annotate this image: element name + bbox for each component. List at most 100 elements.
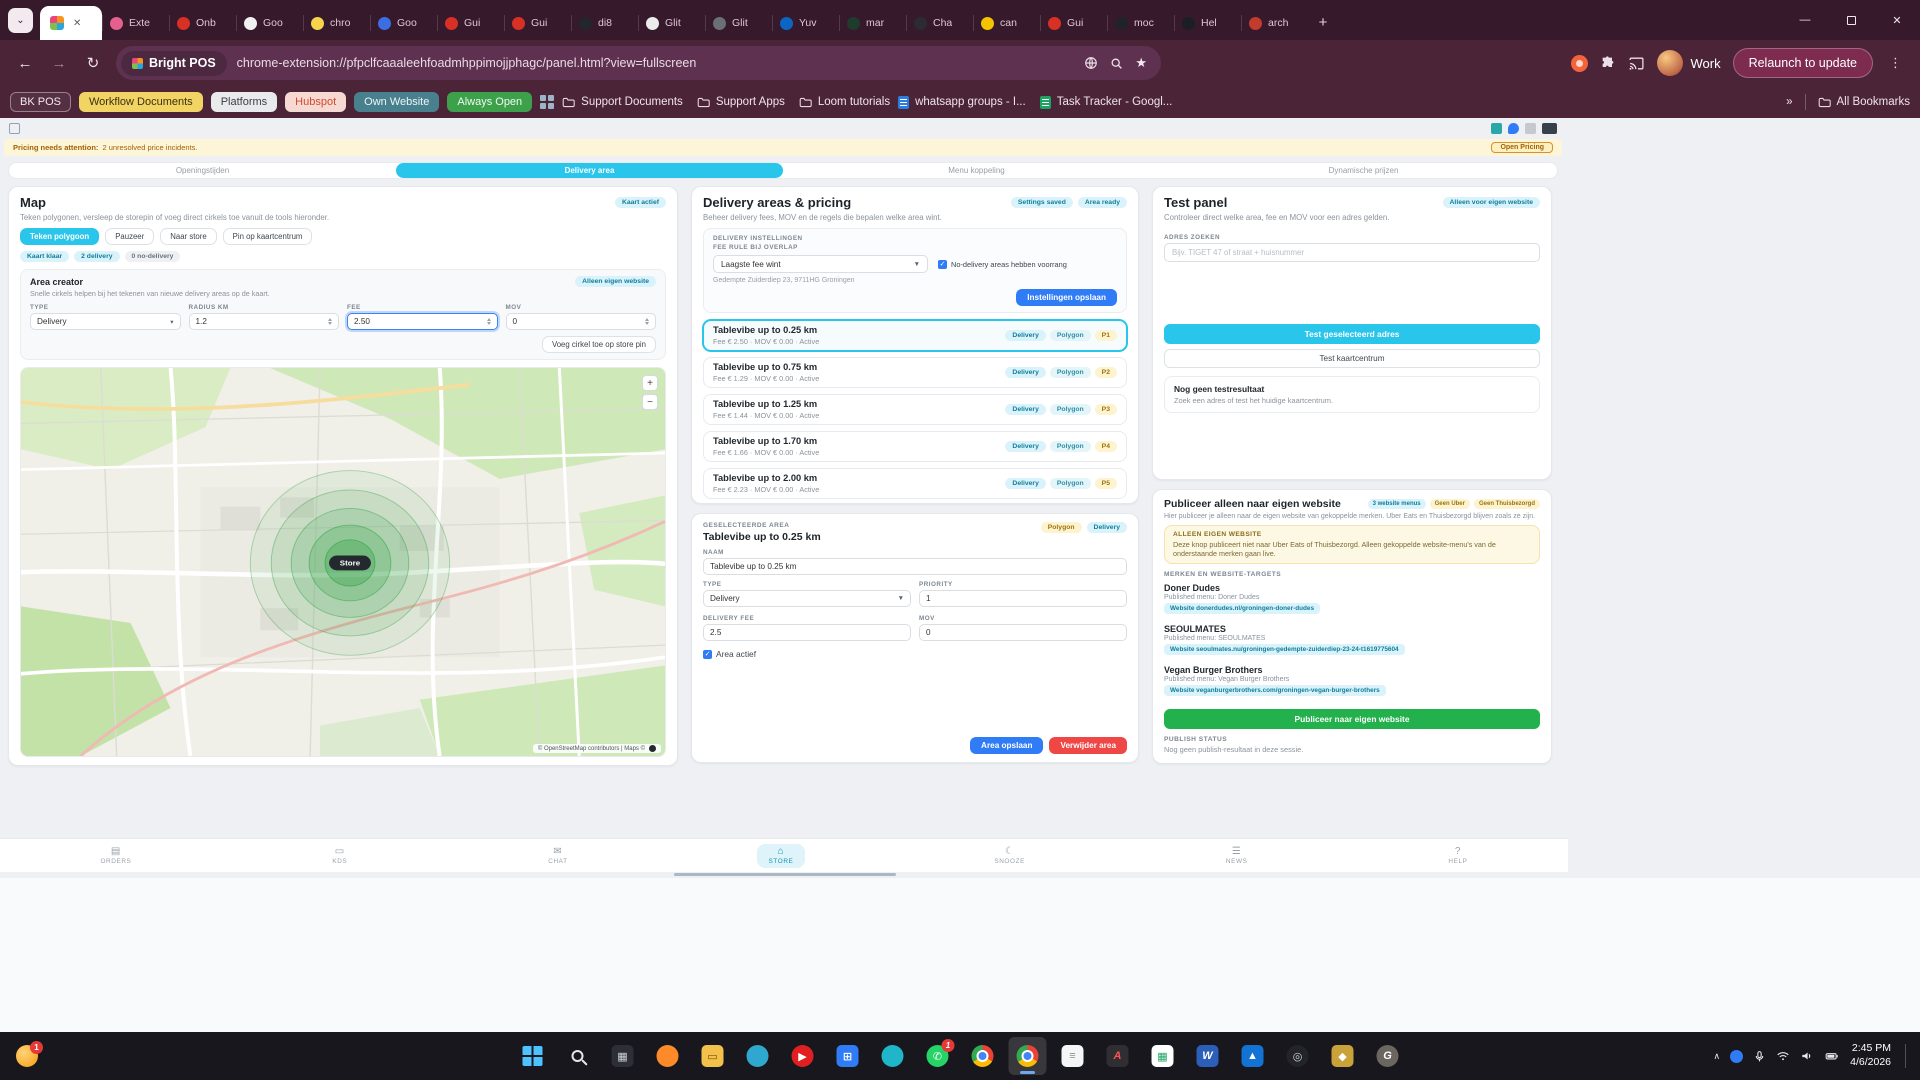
obs-icon[interactable]: ◎ [1279,1037,1317,1075]
footer-nav-item[interactable]: ☰ NEWS [1214,844,1260,868]
layout-icon[interactable] [1525,123,1536,134]
creator-fee-input[interactable]: 2.50 [347,313,498,330]
photos-icon[interactable]: ▲ [1234,1037,1272,1075]
chat-bubble-icon[interactable] [1508,123,1519,134]
open-pricing-button[interactable]: Open Pricing [1491,142,1553,153]
panel-icon[interactable] [9,123,20,134]
bookmark-folder[interactable]: Loom tutorials [799,96,890,109]
creator-type-select[interactable]: Delivery▾ [30,313,181,330]
browser-tab[interactable]: Gui [504,6,571,40]
bookmark-chip[interactable]: Workflow Documents [79,92,203,112]
tab-search-button[interactable]: ⌄ [8,8,33,33]
checkbox-checked-icon[interactable]: ✓ [938,260,947,269]
ms-store-icon[interactable]: ⊞ [829,1037,867,1075]
cast-icon[interactable] [1628,55,1645,72]
browser-tab[interactable]: Glit [638,6,705,40]
wifi-icon[interactable] [1776,1049,1790,1063]
bookmark-chip[interactable]: Own Website [354,92,439,112]
area-name-input[interactable]: Tablevibe up to 0.25 km [703,558,1127,575]
footer-nav-item[interactable]: ▭ KDS [320,844,359,868]
bookmark-chip[interactable]: Always Open [447,92,532,112]
footer-nav-item[interactable]: ✉ CHAT [536,844,579,868]
store-pin[interactable]: Store [329,556,371,571]
add-circle-button[interactable]: Voeg cirkel toe op store pin [542,336,656,353]
close-tab-icon[interactable]: ✕ [73,18,81,29]
browser-tab[interactable]: can [973,6,1040,40]
firefox-icon[interactable] [649,1037,687,1075]
delete-area-button[interactable]: Verwijder area [1049,737,1127,754]
bookmark-doc[interactable]: whatsapp groups - I... [898,96,1026,109]
widgets-weather-icon[interactable]: 1 [16,1045,38,1067]
stepper-icon[interactable] [487,318,491,325]
pinned-extension-icon[interactable] [1571,55,1588,72]
map-tool-button[interactable]: Teken polygoon [20,228,99,245]
footer-nav-item[interactable]: ? HELP [1436,844,1479,868]
tray-chevron-up-icon[interactable]: ∧ [1714,1051,1721,1062]
browser-tab[interactable]: Gui [437,6,504,40]
section-tab[interactable]: Openingstijden [9,163,396,178]
area-mov-input[interactable]: 0 [919,624,1127,641]
creator-mov-input[interactable]: 0 [506,313,657,330]
stats-icon[interactable] [1491,123,1502,134]
delivery-area-row[interactable]: Tablevibe up to 0.25 km Fee € 2.50 · MOV… [703,320,1127,351]
teal-app-icon[interactable] [874,1037,912,1075]
bookmark-chip[interactable]: BK POS [10,92,71,112]
publish-button[interactable]: Publiceer naar eigen website [1164,709,1540,729]
browser-tab[interactable]: chro [303,6,370,40]
browser-tab[interactable]: Yuv [772,6,839,40]
word-icon[interactable]: W [1189,1037,1227,1075]
test-selected-address-button[interactable]: Test geselecteerd adres [1164,324,1540,344]
browser-tab[interactable]: moc [1107,6,1174,40]
area-active-checkbox[interactable]: ✓ Area actief [703,649,1127,659]
microphone-icon[interactable] [1753,1050,1766,1063]
brand-website-chip[interactable]: Website donerdudes.nl/groningen-doner-du… [1164,603,1320,614]
new-tab-button[interactable]: + [1310,9,1336,35]
chrome-icon[interactable] [964,1037,1002,1075]
stepper-icon[interactable] [645,318,649,325]
map-tool-button[interactable]: Pauzeer [105,228,154,245]
checkbox-checked-icon[interactable]: ✓ [703,650,712,659]
delivery-area-row[interactable]: Tablevibe up to 2.00 km Fee € 2.23 · MOV… [703,468,1127,499]
extensions-puzzle-icon[interactable] [1600,55,1616,71]
notepad-icon[interactable]: ≡ [1054,1037,1092,1075]
acrobat-icon[interactable]: A [1099,1037,1137,1075]
map-tool-button[interactable]: Pin op kaartcentrum [223,228,313,245]
footer-nav-item[interactable]: ☾ SNOOZE [982,844,1037,868]
file-explorer-icon[interactable]: ▭ [694,1037,732,1075]
no-delivery-priority-checkbox[interactable]: ✓ No-delivery areas hebben voorrang [938,260,1067,269]
section-tab[interactable]: Menu koppeling [783,163,1170,178]
section-tab[interactable]: Delivery area [396,163,783,178]
back-icon[interactable]: ← [10,48,40,78]
battery-icon[interactable] [1824,1049,1840,1063]
delivery-area-row[interactable]: Tablevibe up to 1.25 km Fee € 1.44 · MOV… [703,394,1127,425]
footer-nav-item[interactable]: ▤ ORDERS [88,844,143,868]
whatsapp-icon[interactable]: ✆ 1 [919,1037,957,1075]
browser-tab[interactable]: Onb [169,6,236,40]
delivery-area-row[interactable]: Tablevibe up to 0.75 km Fee € 1.29 · MOV… [703,357,1127,388]
save-settings-button[interactable]: Instellingen opslaan [1016,289,1117,306]
volume-icon[interactable] [1800,1049,1814,1063]
browser-tab[interactable]: Exte [102,6,169,40]
bookmark-chip[interactable]: Platforms [211,92,277,112]
bookmark-star-icon[interactable]: ★ [1135,55,1147,71]
translate-icon[interactable] [1084,56,1098,70]
browser-tab[interactable]: Goo [236,6,303,40]
section-tab[interactable]: Dynamische prijzen [1170,163,1557,178]
zoom-out-button[interactable]: − [642,394,658,410]
relaunch-to-update-button[interactable]: Relaunch to update [1733,48,1873,78]
reload-icon[interactable]: ↻ [78,48,108,78]
show-desktop-button[interactable] [1905,1044,1908,1068]
task-view-icon[interactable]: ▦ [604,1037,642,1075]
chrome-active-icon[interactable] [1009,1037,1047,1075]
brand-website-chip[interactable]: Website veganburgerbrothers.com/groninge… [1164,685,1386,696]
address-bar[interactable]: Bright POS chrome-extension://pfpclfcaaa… [116,46,1161,80]
search-in-page-icon[interactable] [1110,57,1123,70]
all-bookmarks-button[interactable]: All Bookmarks [1818,96,1911,109]
delivery-area-row[interactable]: Tablevibe up to 1.70 km Fee € 1.66 · MOV… [703,431,1127,462]
brand-website-chip[interactable]: Website seoulmates.nu/groningen-gedempte… [1164,644,1405,655]
browser-tab[interactable]: Cha [906,6,973,40]
browser-tab[interactable]: mar [839,6,906,40]
keyboard-icon[interactable] [1542,123,1557,134]
footer-nav-item[interactable]: ⌂ STORE [757,844,806,868]
url-text[interactable]: chrome-extension://pfpclfcaaaleehfoadmhp… [237,56,1075,70]
